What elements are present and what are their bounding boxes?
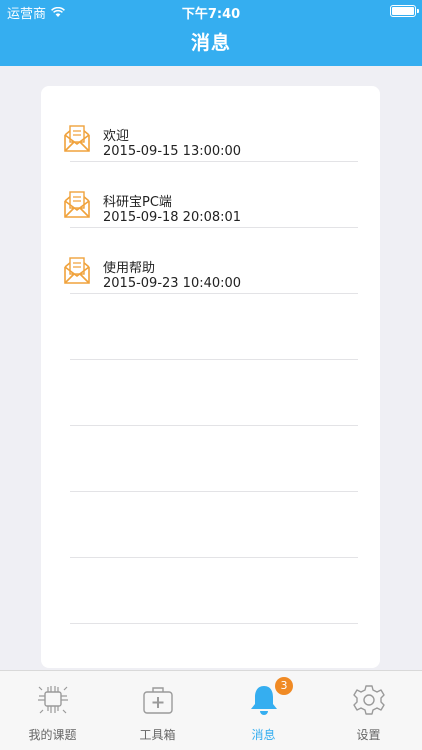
message-item[interactable]: 科研宝PC端 2015-09-18 20:08:01 <box>41 162 380 228</box>
unread-badge: 3 <box>275 677 293 695</box>
message-date: 2015-09-15 13:00:00 <box>103 144 242 159</box>
tab-label: 设置 <box>356 728 381 742</box>
envelope-icon <box>64 125 90 152</box>
message-title: 科研宝PC端 <box>103 195 172 210</box>
tab-toolbox[interactable]: 工具箱 <box>105 671 210 750</box>
circuit-chip-icon <box>37 686 68 714</box>
status-time: 下午7:40 <box>181 7 241 22</box>
tab-label: 消息 <box>251 728 276 742</box>
message-item[interactable]: 欢迎 2015-09-15 13:00:00 <box>41 96 380 162</box>
message-date: 2015-09-18 20:08:01 <box>103 210 242 225</box>
status-bar: 运营商 下午7:40 <box>0 0 422 22</box>
tab-bar: 我的课题 工具箱 3 消息 设置 <box>0 670 422 750</box>
tab-label: 我的课题 <box>28 728 77 742</box>
toolbox-icon <box>142 687 173 714</box>
empty-row <box>41 426 380 492</box>
message-title: 欢迎 <box>103 129 130 144</box>
messages-screen: 运营商 下午7:40 消息 欢迎 2015-09-15 13:00:00 科研宝… <box>0 0 422 750</box>
envelope-icon <box>64 257 90 284</box>
message-title: 使用帮助 <box>103 261 156 276</box>
empty-row <box>41 492 380 558</box>
empty-row <box>41 558 380 624</box>
battery-icon <box>390 5 419 17</box>
message-item[interactable]: 使用帮助 2015-09-23 10:40:00 <box>41 228 380 294</box>
message-date: 2015-09-23 10:40:00 <box>103 276 242 291</box>
empty-row <box>41 360 380 426</box>
message-list: 欢迎 2015-09-15 13:00:00 科研宝PC端 2015-09-18… <box>41 86 380 668</box>
tab-settings[interactable]: 设置 <box>316 671 421 750</box>
gear-icon <box>352 685 385 715</box>
tab-my-projects[interactable]: 我的课题 <box>0 671 105 750</box>
empty-row <box>41 294 380 360</box>
navigation-bar: 运营商 下午7:40 消息 <box>0 0 422 66</box>
page-title: 消息 <box>190 32 231 54</box>
tab-label: 工具箱 <box>139 728 176 742</box>
envelope-icon <box>64 191 90 218</box>
divider <box>70 623 358 624</box>
tab-messages[interactable]: 3 消息 <box>211 671 316 750</box>
